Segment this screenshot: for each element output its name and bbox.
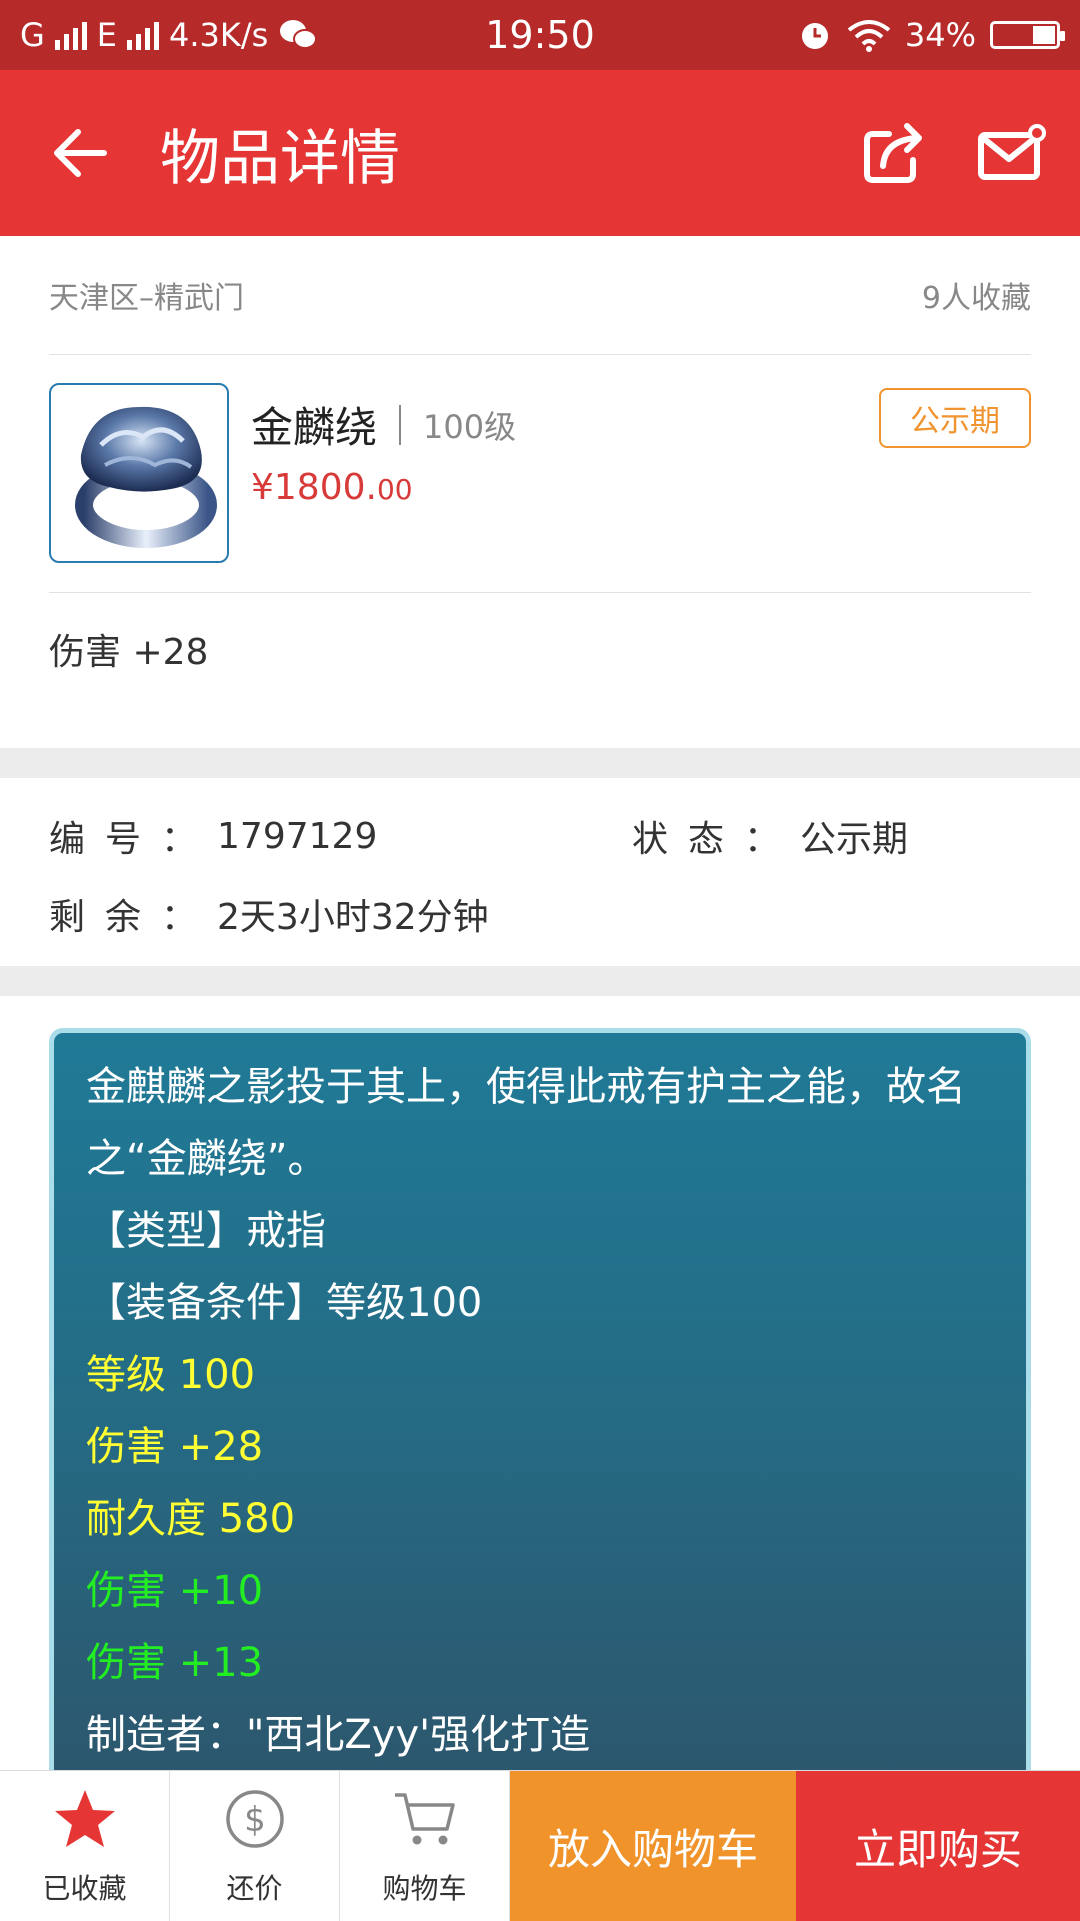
cart-icon	[394, 1793, 455, 1845]
bonus-damage-1: 伤害 +10	[86, 1568, 264, 1614]
id-label: 编号：	[49, 819, 218, 860]
price-cents: 00	[376, 473, 413, 506]
back-button[interactable]	[0, 70, 160, 236]
item-requirement: 【装备条件】等级100	[86, 1280, 483, 1326]
alarm-icon	[801, 23, 828, 49]
cart-label: 购物车	[382, 1872, 467, 1905]
battery-percent: 34%	[904, 16, 976, 54]
favorite-count: 9人收藏	[921, 281, 1031, 316]
app-bar: 物品详情	[0, 70, 1080, 236]
battery-level	[1033, 26, 1055, 44]
share-icon	[864, 123, 922, 183]
network-speed: 4.3K/s	[169, 16, 269, 54]
ring-image	[75, 399, 217, 548]
carrier-2: E	[96, 16, 118, 54]
item-header: 天津区–精武门 9人收藏 金麟绕 100级 ¥1800.00 公示期 伤害 +2…	[0, 236, 1080, 748]
stat-durability: 耐久度 580	[86, 1496, 296, 1542]
share-button[interactable]	[854, 113, 934, 193]
page-title: 物品详情	[160, 123, 400, 194]
remain-label: 剩余：	[49, 897, 218, 938]
favorite-label: 已收藏	[42, 1872, 127, 1905]
description-intro: 金麒麟之影投于其上，使得此戒有护主之能，故名之“金麟绕”。	[86, 1064, 966, 1182]
name-separator	[399, 404, 402, 445]
divider	[0, 966, 1080, 996]
server-name: 天津区–精武门	[49, 281, 244, 316]
item-price: ¥1800.00	[251, 467, 413, 508]
message-button[interactable]	[972, 113, 1052, 193]
status-bar: G E 4.3K/s 19:50 34%	[0, 0, 1080, 70]
divider	[0, 748, 1080, 778]
add-to-cart-button[interactable]: 放入购物车	[510, 1771, 796, 1921]
item-name: 金麟绕	[251, 403, 378, 452]
signal-icon-2	[127, 20, 160, 50]
bargain-label: 还价	[226, 1872, 283, 1905]
dollar-circle-icon: $	[225, 1790, 284, 1848]
signal-icon	[54, 20, 87, 50]
bottom-action-bar: 已收藏 $ 还价 购物车 放入购物车 立即购买	[0, 1770, 1080, 1921]
item-level: 100级	[423, 407, 517, 446]
remain-value: 2天3小时32分钟	[217, 897, 489, 938]
svg-text:$: $	[244, 1800, 266, 1840]
carrier-1: G	[20, 16, 45, 54]
stat-level: 等级 100	[86, 1352, 256, 1398]
item-description: 金麒麟之影投于其上，使得此戒有护主之能，故名之“金麟绕”。 【类型】戒指 【装备…	[49, 1028, 1031, 1888]
star-icon	[54, 1790, 115, 1847]
mail-icon	[978, 124, 1046, 180]
status-label: 状态：	[632, 819, 801, 860]
favorite-button[interactable]: 已收藏	[0, 1771, 170, 1921]
bonus-damage-2: 伤害 +13	[86, 1640, 264, 1686]
stat-damage: 伤害 +28	[86, 1424, 264, 1470]
wechat-icon	[280, 20, 318, 49]
status-badge: 公示期	[879, 388, 1031, 448]
item-attribute: 伤害 +28	[49, 632, 209, 673]
arrow-left-icon	[54, 129, 107, 177]
item-image	[49, 383, 229, 563]
id-value: 1797129	[217, 815, 378, 857]
bargain-button[interactable]: $ 还价	[170, 1771, 340, 1921]
status-value: 公示期	[800, 819, 909, 860]
cart-button[interactable]: 购物车	[340, 1771, 510, 1921]
battery-icon	[990, 21, 1065, 49]
item-details: 编号： 1797129 状态： 公示期 剩余： 2天3小时32分钟	[0, 778, 1080, 966]
maker: 制造者："西北Zyy'强化打造	[86, 1712, 591, 1758]
price-main: ¥1800.	[251, 467, 377, 508]
buy-now-button[interactable]: 立即购买	[796, 1771, 1080, 1921]
item-type: 【类型】戒指	[86, 1208, 326, 1254]
wifi-icon	[847, 20, 891, 52]
